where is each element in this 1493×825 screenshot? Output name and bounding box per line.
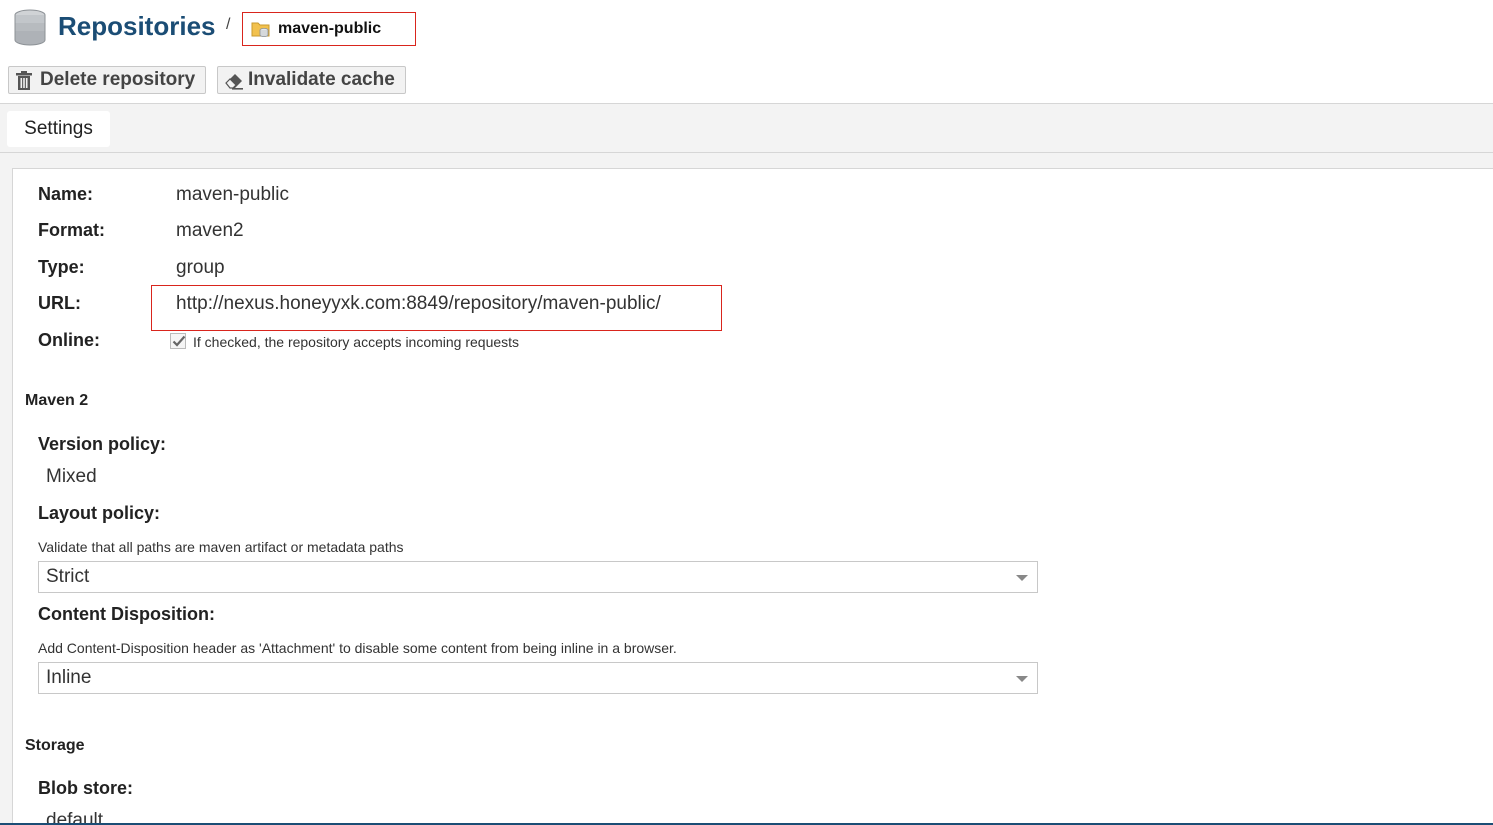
blob-store-label: Blob store: [38,778,134,798]
storage-section-title: Storage [25,737,85,754]
version-policy-label: Version policy: [38,434,167,454]
type-label: Type: [38,257,85,277]
url-value[interactable]: http://nexus.honeyyxk.com:8849/repositor… [176,293,661,315]
database-icon [14,9,46,46]
format-label: Format: [38,220,105,240]
content-disposition-help: Add Content-Disposition header as 'Attac… [38,640,677,656]
online-checkbox[interactable] [170,333,186,349]
tab-strip: Settings [0,103,1493,153]
maven-section-title: Maven 2 [25,392,89,409]
chevron-down-icon [1016,575,1028,581]
layout-policy-select[interactable]: Strict [38,561,1038,593]
layout-policy-selected: Strict [46,566,90,587]
invalidate-cache-button[interactable]: Invalidate cache [217,66,406,94]
version-policy-value: Mixed [46,466,97,487]
header: Repositories / maven-public Delete repos… [0,0,1493,104]
checkmark-icon [172,335,186,347]
trash-icon [16,71,32,90]
content-disposition-select[interactable]: Inline [38,662,1038,694]
layout-policy-label: Layout policy: [38,503,161,523]
delete-repository-button[interactable]: Delete repository [8,66,206,94]
eraser-icon [225,74,243,90]
breadcrumb-current[interactable]: maven-public [242,12,416,46]
online-label: Online: [38,330,100,350]
breadcrumb-label: maven-public [278,20,382,37]
type-value: group [176,257,225,278]
page-title: Repositories [58,11,216,41]
content-disposition-label: Content Disposition: [38,604,215,624]
settings-panel [12,168,1493,825]
delete-repository-label: Delete repository [40,69,196,90]
layout-policy-help: Validate that all paths are maven artifa… [38,539,404,555]
breadcrumb-separator: / [226,16,231,33]
name-label: Name: [38,184,94,204]
content-disposition-selected: Inline [46,667,92,688]
url-label: URL: [38,293,81,313]
online-help-text: If checked, the repository accepts incom… [193,334,520,350]
format-value: maven2 [176,220,244,241]
name-value: maven-public [176,184,289,205]
invalidate-cache-label: Invalidate cache [248,69,395,90]
tab-settings[interactable]: Settings [7,111,110,147]
chevron-down-icon [1016,676,1028,682]
repository-settings-page: Repositories / maven-public Delete repos… [0,0,1493,825]
folder-database-icon [251,22,270,37]
